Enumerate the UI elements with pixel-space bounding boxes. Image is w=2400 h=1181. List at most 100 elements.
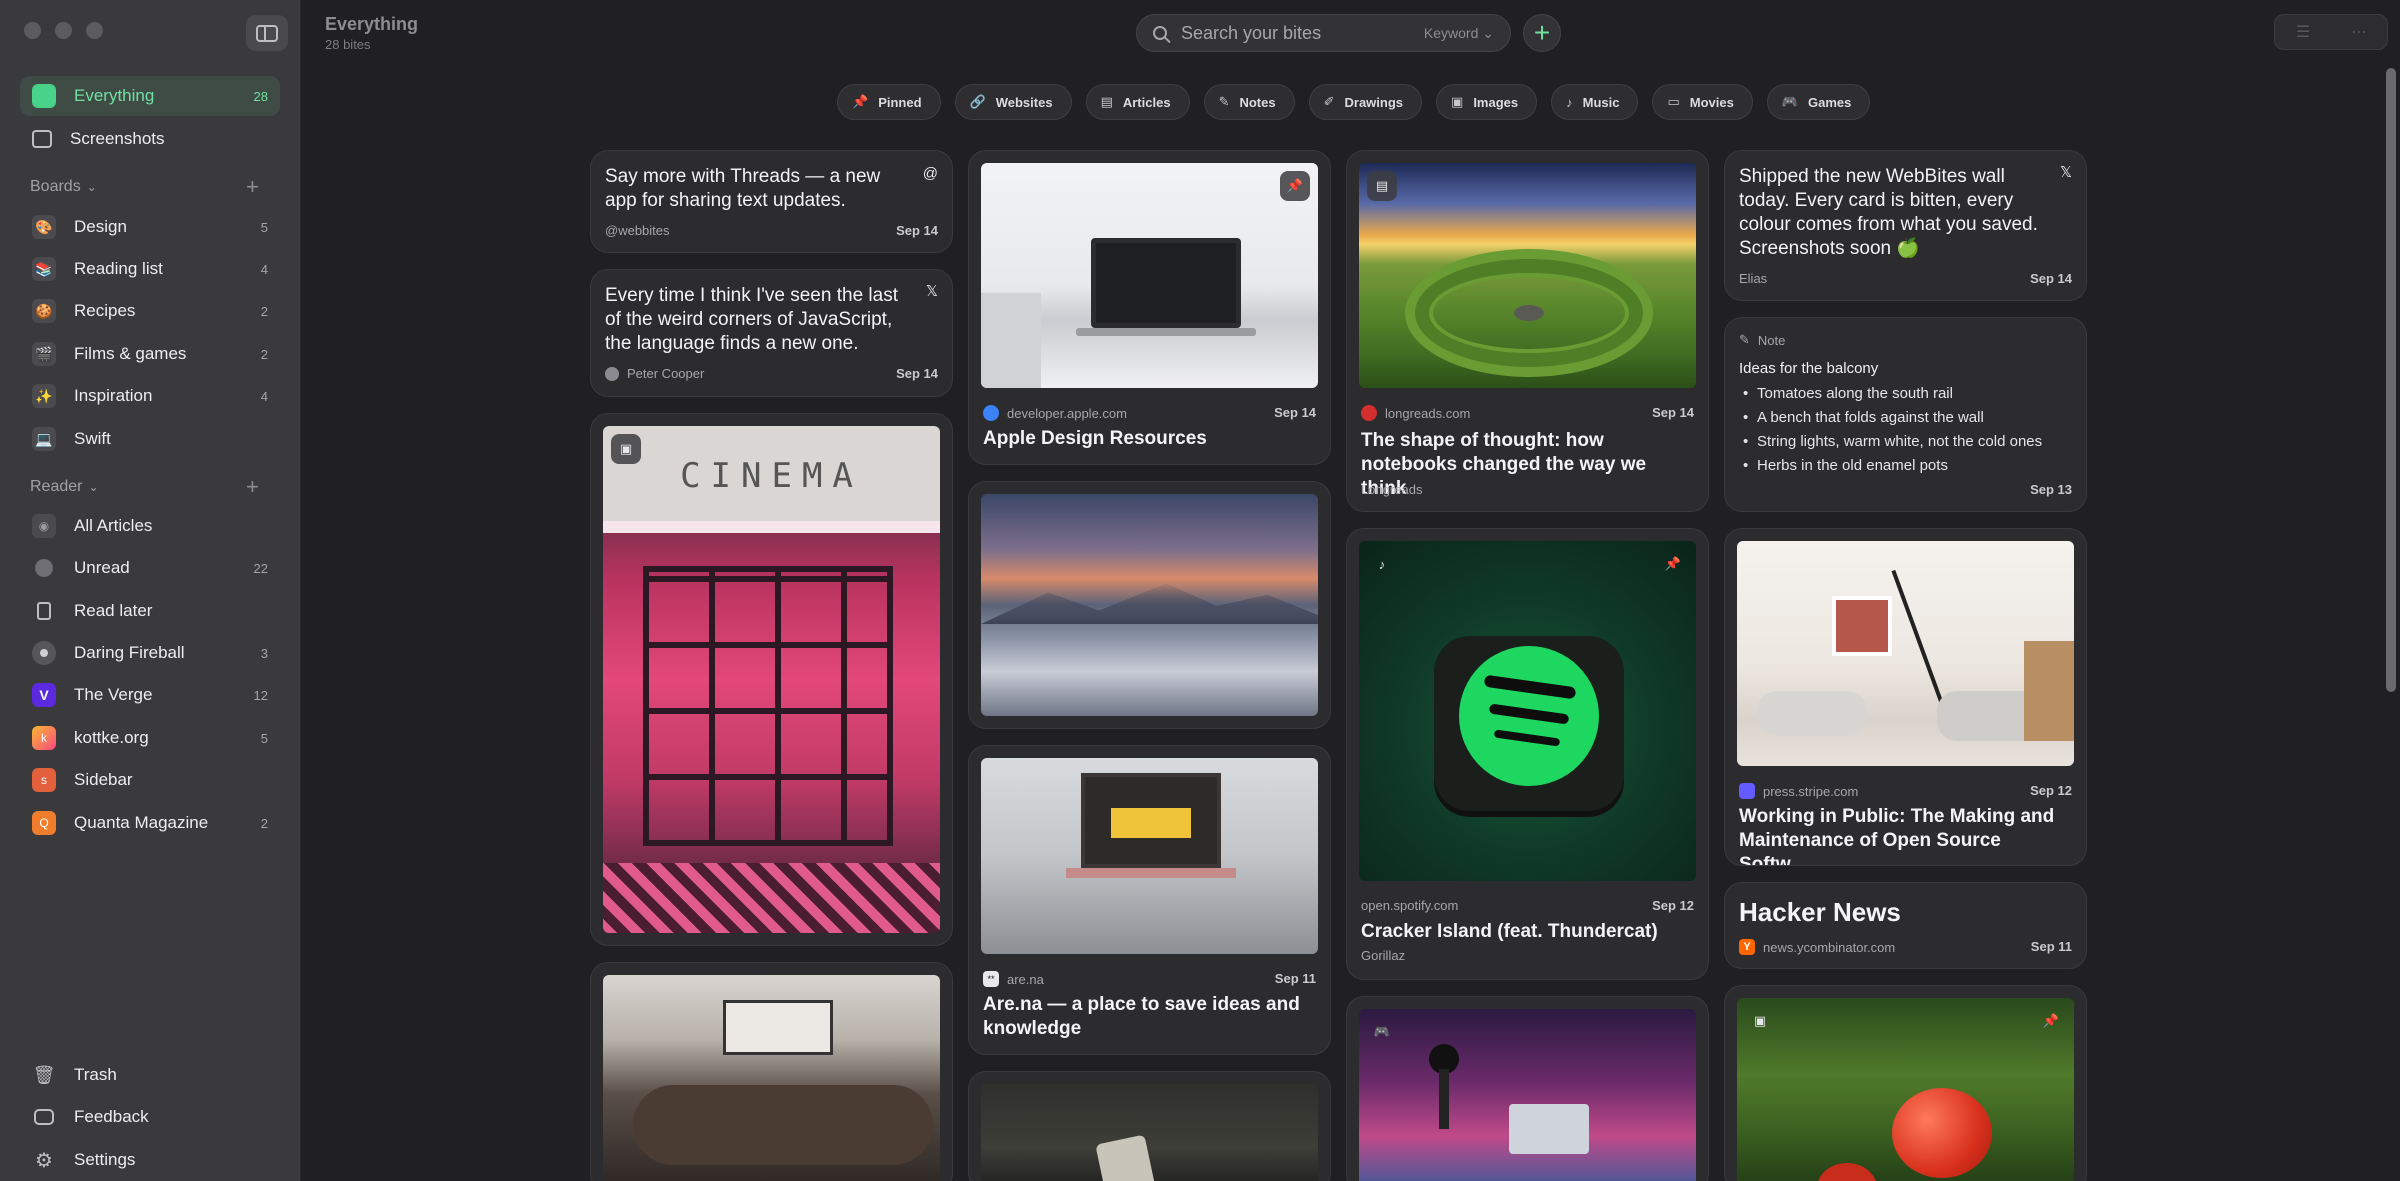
- search-icon: [1153, 26, 1167, 40]
- sidebar-item-everything[interactable]: Everything 28: [20, 76, 280, 116]
- sidebar-item-reading-list[interactable]: 📚 Reading list 4: [20, 249, 280, 289]
- x-icon: 𝕏: [925, 283, 938, 300]
- post-text: Every time I think I've seen the last of…: [605, 285, 898, 354]
- note-list-item: • A bench that folds against the wall: [1743, 409, 1984, 426]
- sidebar-item-quanta[interactable]: Q Quanta Magazine 2: [20, 803, 280, 843]
- view-mode-toggle[interactable]: ☰ ⋯: [2274, 14, 2388, 50]
- card-mountains-image[interactable]: [968, 481, 1331, 729]
- search-mode-dropdown[interactable]: Keyword ⌄: [1424, 25, 1494, 42]
- card-longreads[interactable]: ▤ longreads.com Sep 14 The shape of thou…: [1346, 150, 1709, 512]
- sidebar-item-label: Sidebar: [74, 770, 133, 789]
- sidebar-item-films-games[interactable]: 🎬 Films & games 2: [20, 334, 280, 374]
- site-favicon: [1739, 783, 1755, 799]
- card-tweet-javascript[interactable]: Every time I think I've seen the last of…: [590, 269, 953, 397]
- filter-music[interactable]: ♪ Music: [1551, 84, 1639, 120]
- filter-images[interactable]: ▣ Images: [1436, 84, 1538, 120]
- post-text: Shipped the new WebBites wall today. Eve…: [1739, 166, 2038, 259]
- site-favicon: Y: [1739, 939, 1755, 955]
- note-icon: ✎: [1739, 332, 1750, 347]
- boards-header[interactable]: Boards ⌄: [30, 178, 97, 196]
- card-note-balcony[interactable]: ✎ Note Ideas for the balcony • Tomatoes al…: [1724, 317, 2087, 512]
- sidebar-item-feedback[interactable]: Feedback: [20, 1097, 280, 1137]
- sidebar-item-all-articles[interactable]: ◉ All Articles: [20, 506, 280, 546]
- card-spotify[interactable]: ♪ 📌 open.spotify.com Sep 12 Cracker Isla…: [1346, 528, 1709, 980]
- chevron-down-icon: ⌄: [86, 180, 97, 194]
- toggle-sidebar-button[interactable]: [246, 15, 288, 51]
- list-view-icon[interactable]: ☰: [2275, 15, 2331, 49]
- pin-icon[interactable]: 📌: [1658, 549, 1688, 579]
- sidebar-item-label: Feedback: [74, 1107, 149, 1126]
- gamepad-icon: 🎮: [1781, 94, 1799, 109]
- note-list: • Tomatoes along the south rail • A bench …: [1743, 382, 2043, 478]
- filter-label: Websites: [995, 94, 1053, 110]
- sidebar-item-screenshots[interactable]: Screenshots: [20, 119, 280, 159]
- sidebar-item-count: 5: [260, 730, 268, 746]
- sidebar-feed-icon: s: [32, 768, 56, 792]
- tomato-photo: [1737, 998, 2074, 1181]
- filter-articles[interactable]: ▤ Articles: [1085, 84, 1190, 120]
- mountains-photo: [981, 494, 1318, 716]
- sidebar-item-recipes[interactable]: 🍪 Recipes 2: [20, 291, 280, 331]
- laptop-icon: 💻: [32, 427, 56, 451]
- filter-websites[interactable]: 🔗 Websites: [954, 84, 1072, 120]
- saved-date: Sep 14: [1652, 405, 1694, 420]
- card-game[interactable]: 🎮: [1346, 996, 1709, 1181]
- card-threads-post[interactable]: Say more with Threads — a new app for sh…: [590, 150, 953, 253]
- reader-header[interactable]: Reader ⌄: [30, 478, 99, 496]
- card-dark-image[interactable]: [968, 1071, 1331, 1181]
- saved-date: Sep 11: [2030, 939, 2072, 954]
- card-apple-design[interactable]: 📌 developer.apple.com Sep 14 Apple Desig…: [968, 150, 1331, 465]
- card-stripe-press[interactable]: press.stripe.com Sep 12 Working in Publi…: [1724, 528, 2087, 866]
- cookie-icon: 🍪: [32, 299, 56, 323]
- sidebar-item-unread[interactable]: Unread 22: [20, 548, 280, 588]
- pin-icon[interactable]: 📌: [2036, 1006, 2066, 1036]
- filter-games[interactable]: 🎮 Games: [1766, 84, 1871, 120]
- sidebar-item-design[interactable]: 🎨 Design 5: [20, 207, 280, 247]
- card-tomato-image[interactable]: ▣ 📌: [1724, 985, 2087, 1181]
- sidebar-item-label: Trash: [74, 1065, 117, 1084]
- sidebar-item-label: Reading list: [74, 259, 163, 278]
- note-list-item: • Tomatoes along the south rail: [1743, 385, 1953, 402]
- track-title: Cracker Island (feat. Thundercat): [1361, 921, 1658, 942]
- sidebar-item-trash[interactable]: 🗑 Trash: [20, 1055, 280, 1095]
- sidebar-item-daring-fireball[interactable]: Daring Fireball 3: [20, 633, 280, 673]
- film-icon: ▭: [1667, 94, 1680, 109]
- sidebar-item-the-verge[interactable]: V The Verge 12: [20, 675, 280, 715]
- filter-drawings[interactable]: ✐ Drawings: [1308, 84, 1423, 120]
- section-label: Reader: [30, 478, 83, 495]
- add-board-button[interactable]: +: [246, 174, 259, 200]
- cinema-sign-text: CINEMA: [680, 456, 863, 496]
- add-bite-button[interactable]: +: [1523, 14, 1561, 52]
- filter-movies[interactable]: ▭ Movies: [1652, 84, 1753, 120]
- pin-icon[interactable]: 📌: [1280, 171, 1310, 201]
- zoom-window-button[interactable]: [86, 22, 103, 39]
- card-hacker-news[interactable]: Hacker News Ynews.ycombinator.com Sep 11: [1724, 882, 2087, 969]
- sidebar-item-sidebar-feed[interactable]: s Sidebar: [20, 760, 280, 800]
- cinema-photo: CINEMA: [603, 426, 940, 933]
- bookmark-icon: [32, 599, 56, 623]
- scrollbar[interactable]: [2386, 68, 2396, 692]
- filter-notes[interactable]: ✎ Notes: [1203, 84, 1295, 120]
- sidebar-item-swift[interactable]: 💻 Swift: [20, 419, 280, 459]
- card-meeting-image[interactable]: [590, 962, 953, 1181]
- post-date: Sep 14: [2030, 271, 2072, 286]
- minimize-window-button[interactable]: [55, 22, 72, 39]
- add-feed-button[interactable]: +: [246, 474, 259, 500]
- palette-icon: 🎨: [32, 215, 56, 239]
- card-cinema-image[interactable]: CINEMA ▣: [590, 413, 953, 946]
- close-window-button[interactable]: [24, 22, 41, 39]
- sidebar-item-read-later[interactable]: Read later: [20, 591, 280, 631]
- card-tweet-webbites[interactable]: Shipped the new WebBites wall today. Eve…: [1724, 150, 2087, 301]
- sidebar-item-settings[interactable]: ⚙ Settings: [20, 1140, 280, 1180]
- sidebar-item-count: 28: [253, 88, 268, 104]
- sidebar-item-inspiration[interactable]: ✨ Inspiration 4: [20, 376, 280, 416]
- note-list-item: • Herbs in the old enamel pots: [1743, 457, 1948, 474]
- card-arena[interactable]: ** are.na Sep 11 Are.na — a place to save…: [968, 745, 1331, 1055]
- grid-view-icon[interactable]: ⋯: [2331, 15, 2387, 49]
- search-bar[interactable]: Keyword ⌄: [1136, 14, 1511, 52]
- search-input[interactable]: [1181, 22, 1401, 44]
- note-list-item: • String lights, warm white, not the cold…: [1743, 433, 2043, 450]
- sidebar-item-kottke[interactable]: k kottke.org 5: [20, 718, 280, 758]
- filter-pinned[interactable]: 📌 Pinned: [837, 84, 941, 120]
- document-icon: ▤: [1100, 94, 1113, 109]
